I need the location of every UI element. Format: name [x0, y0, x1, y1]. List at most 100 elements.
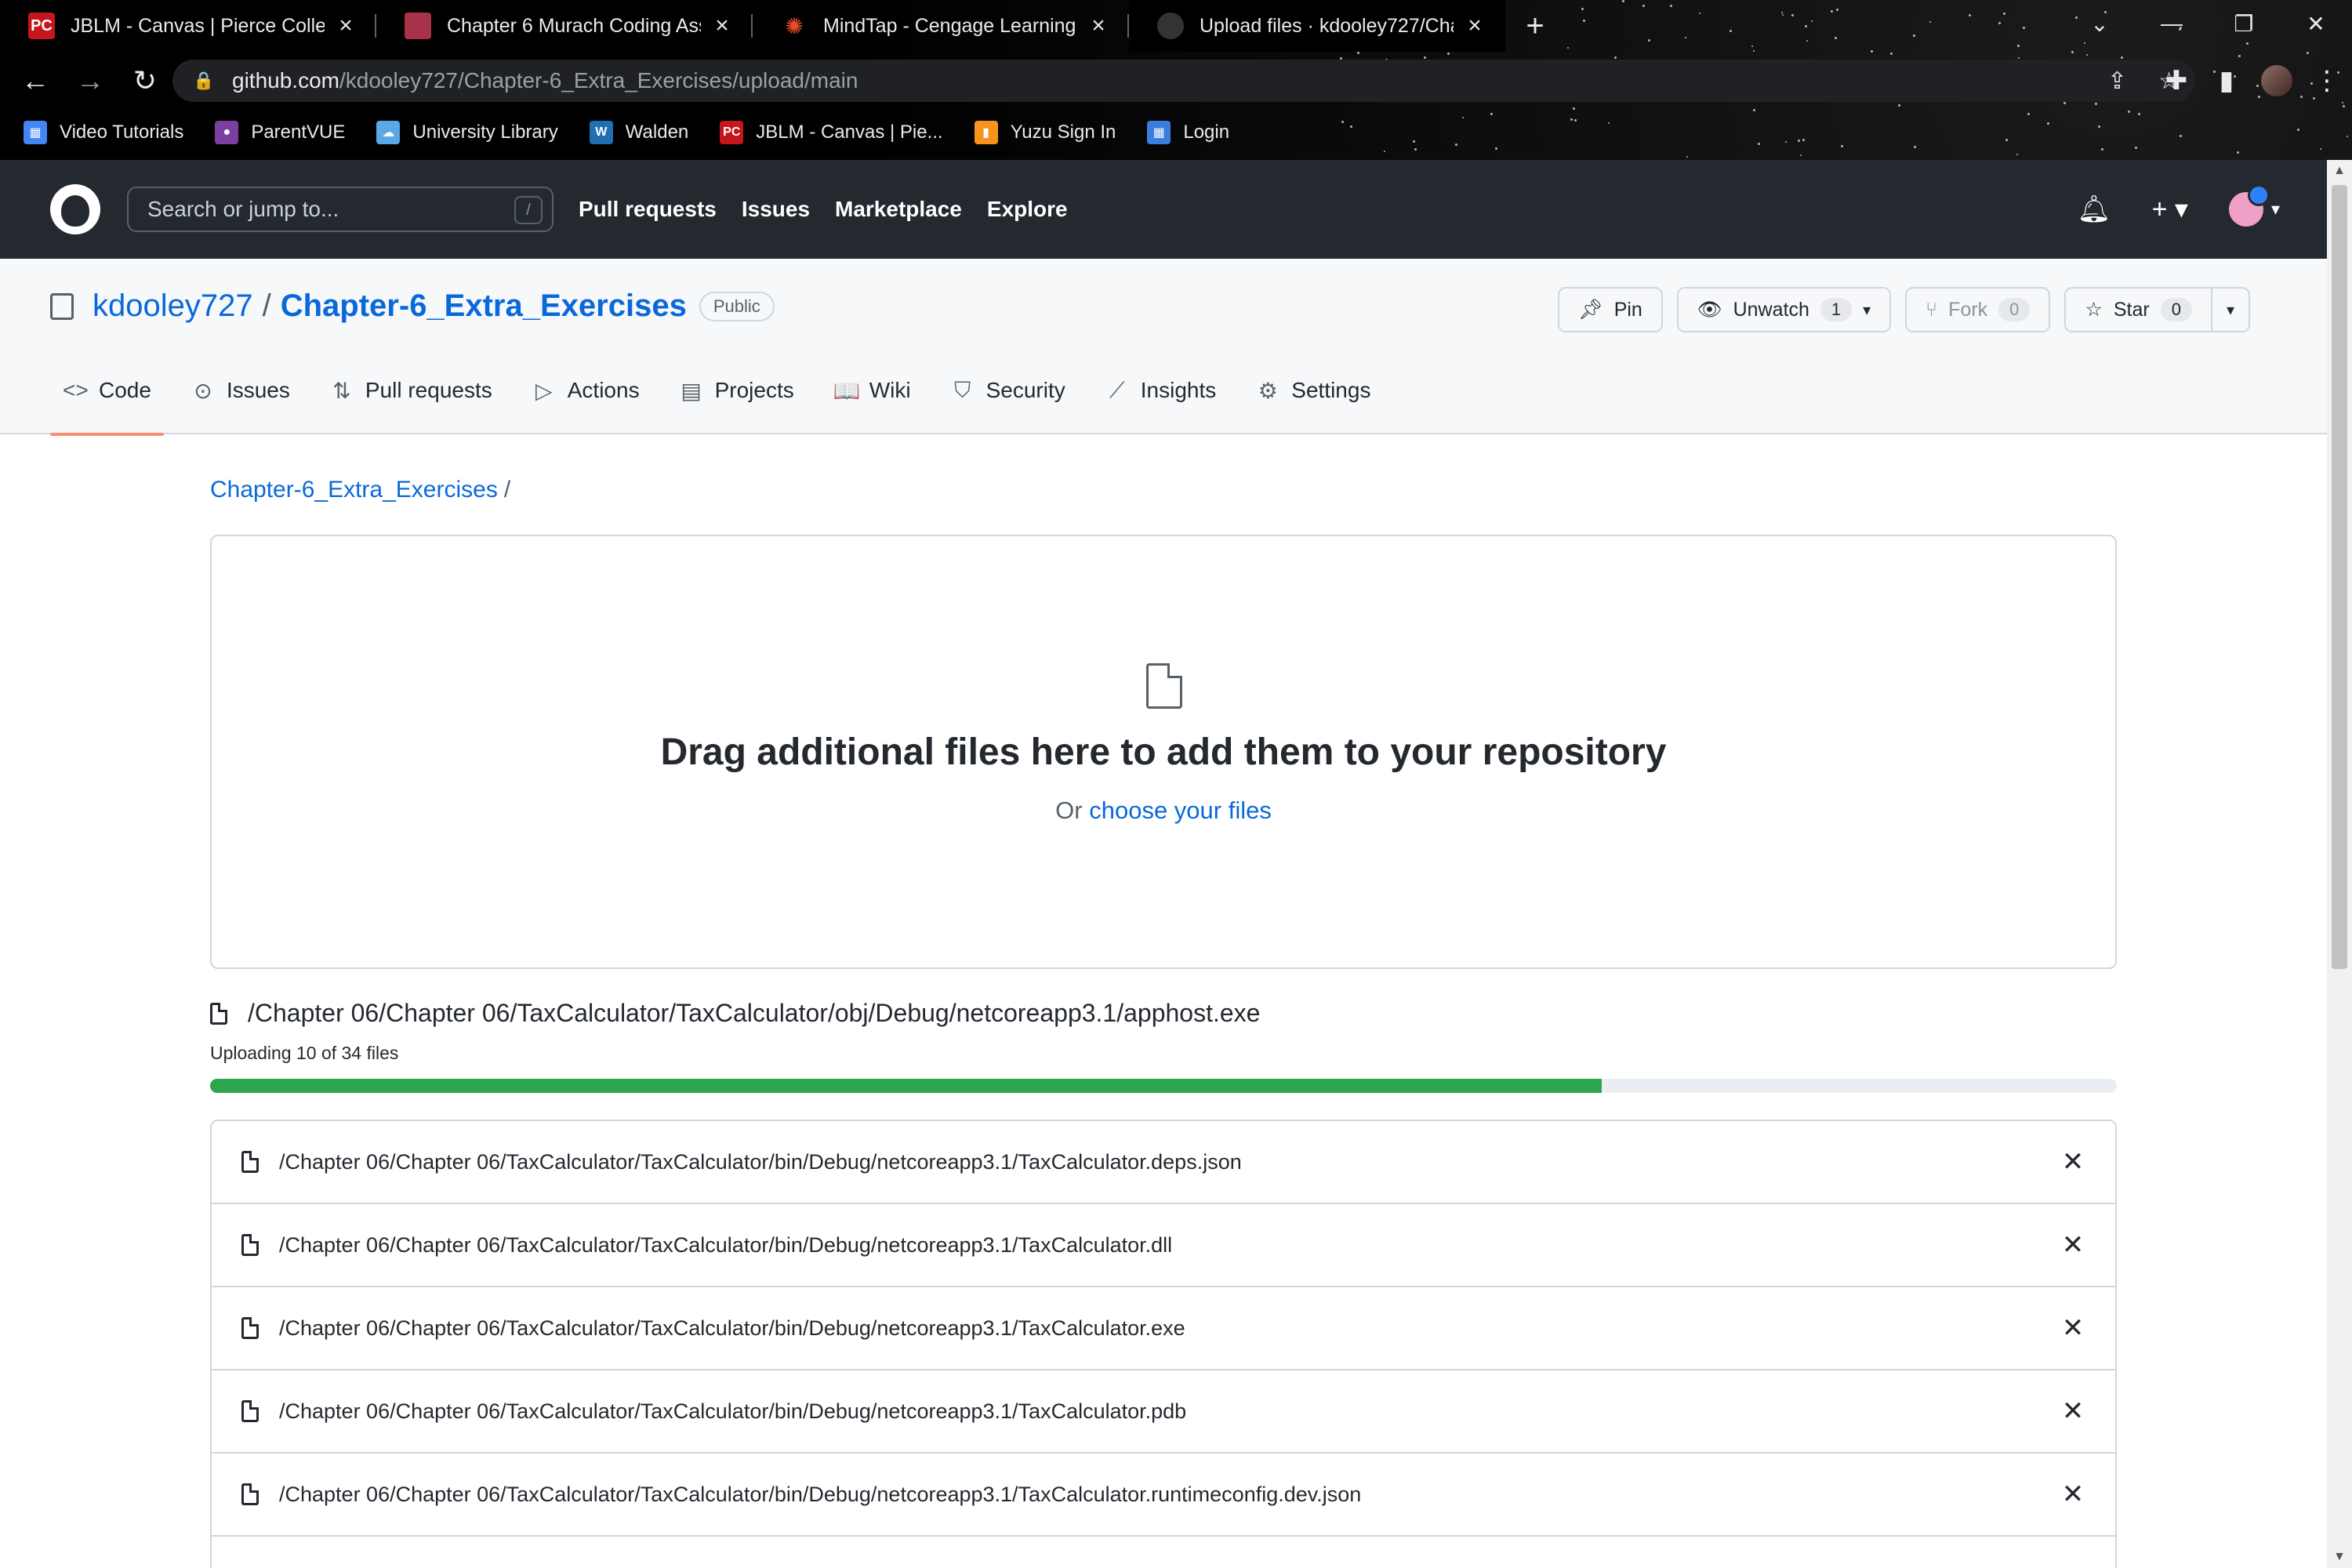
- url-host: github.com: [232, 68, 339, 93]
- tab-pull-requests[interactable]: ⇅ Pull requests: [317, 347, 505, 434]
- file-icon: [241, 1151, 259, 1173]
- file-icon: [210, 1002, 227, 1025]
- github-header: Search or jump to... / Pull requests Iss…: [0, 160, 2327, 259]
- tab-issues[interactable]: ⊙ Issues: [178, 347, 303, 434]
- remove-file-icon[interactable]: ✕: [2054, 1226, 2092, 1264]
- assignment-favicon-icon: [405, 13, 431, 39]
- bookmark-favicon-icon: ▦: [24, 121, 47, 144]
- page-scrollbar[interactable]: ▲ ▼: [2327, 160, 2352, 1568]
- bookmark-item[interactable]: ☁ University Library: [376, 121, 558, 144]
- remove-file-icon[interactable]: ✕: [2054, 1392, 2092, 1430]
- close-tab-icon[interactable]: ×: [1463, 13, 1486, 39]
- tab-search-icon[interactable]: ⌄: [2063, 0, 2136, 47]
- star-dot: [1686, 156, 1688, 158]
- bookmark-item[interactable]: ● ParentVUE: [215, 121, 345, 144]
- close-tab-icon[interactable]: ×: [710, 13, 734, 39]
- tab-insights[interactable]: ⟋ Insights: [1092, 347, 1229, 434]
- menu-icon[interactable]: ⋮: [2302, 65, 2352, 96]
- reload-button[interactable]: ↻: [118, 55, 172, 107]
- repo-name-link[interactable]: Chapter-6_Extra_Exercises: [281, 289, 687, 324]
- scroll-up-arrow-icon[interactable]: ▲: [2327, 160, 2352, 182]
- tab-label: Actions: [567, 378, 640, 402]
- remove-file-icon[interactable]: ✕: [2054, 1475, 2092, 1513]
- star-button[interactable]: ☆ Star 0: [2064, 287, 2212, 332]
- unwatch-button[interactable]: 👁︎ Unwatch 1 ▾: [1676, 287, 1892, 332]
- tab-title: MindTap - Cengage Learning: [823, 14, 1076, 37]
- repo-owner-link[interactable]: kdooley727: [93, 289, 253, 324]
- bookmark-item[interactable]: W Walden: [589, 121, 688, 144]
- nav-explore[interactable]: Explore: [987, 197, 1068, 222]
- star-dot: [1357, 52, 1360, 55]
- back-button[interactable]: ←: [8, 55, 63, 107]
- choose-files-link[interactable]: choose your files: [1089, 797, 1272, 824]
- extensions-icon[interactable]: ✚: [2151, 65, 2201, 96]
- caret-down-icon: ▾: [2226, 301, 2234, 319]
- bookmark-label: University Library: [412, 122, 558, 143]
- remove-file-icon[interactable]: ✕: [2054, 1143, 2092, 1181]
- bookmark-item[interactable]: PC JBLM - Canvas | Pie...: [720, 121, 943, 144]
- forward-button[interactable]: →: [63, 55, 118, 107]
- tab-wiki[interactable]: 📖 Wiki: [821, 347, 924, 434]
- notifications-bell-icon[interactable]: 🔔︎: [2077, 194, 2111, 225]
- scroll-down-arrow-icon[interactable]: ▼: [2327, 1546, 2352, 1568]
- breadcrumb-repo-link[interactable]: Chapter-6_Extra_Exercises: [210, 477, 498, 503]
- nav-marketplace[interactable]: Marketplace: [835, 197, 962, 222]
- browser-tab-github[interactable]: Upload files · kdooley727/Chapte ×: [1129, 0, 1505, 52]
- eye-icon: 👁︎: [1697, 298, 1722, 321]
- file-icon: [241, 1234, 259, 1256]
- upload-file-row: /Chapter 06/Chapter 06/TaxCalculator/Tax…: [212, 1370, 2115, 1454]
- table-icon: ▤: [681, 378, 702, 403]
- file-drop-zone[interactable]: Drag additional files here to add them t…: [210, 535, 2117, 969]
- tab-actions[interactable]: ▷ Actions: [519, 347, 652, 434]
- lock-icon[interactable]: 🔒: [193, 71, 215, 91]
- toolbar-right: ✚ ▮ ⋮: [2151, 55, 2352, 107]
- pin-button[interactable]: 📌︎ Pin: [1557, 287, 1663, 332]
- gear-icon: ⚙: [1258, 378, 1278, 403]
- star-lists-dropdown[interactable]: ▾: [2212, 287, 2250, 332]
- tab-settings[interactable]: ⚙ Settings: [1243, 347, 1383, 434]
- tab-label: Settings: [1291, 378, 1371, 402]
- play-icon: ▷: [535, 378, 553, 403]
- close-tab-icon[interactable]: ×: [334, 13, 358, 39]
- fork-button[interactable]: ⑂ Fork 0: [1905, 287, 2051, 332]
- profile-avatar[interactable]: [2261, 65, 2292, 96]
- bookmark-item[interactable]: ▮ Yuzu Sign In: [974, 121, 1116, 144]
- upload-progress-fill: [210, 1079, 1602, 1093]
- upload-file-row: /Chapter 06/Chapter 06/TaxCalculator/Tax…: [212, 1121, 2115, 1204]
- new-tab-button[interactable]: +: [1519, 9, 1551, 44]
- star-dot: [2306, 52, 2309, 55]
- nav-pull-requests[interactable]: Pull requests: [579, 197, 717, 222]
- create-new-button[interactable]: + ▾: [2152, 194, 2188, 225]
- upload-file-path: /Chapter 06/Chapter 06/TaxCalculator/Tax…: [279, 1232, 1173, 1257]
- tab-label: Code: [99, 378, 151, 402]
- minimize-button[interactable]: —: [2136, 0, 2208, 47]
- github-logo-icon[interactable]: [50, 184, 100, 234]
- side-panel-icon[interactable]: ▮: [2201, 65, 2252, 96]
- nav-issues[interactable]: Issues: [742, 197, 810, 222]
- bookmark-item[interactable]: ▦ Login: [1147, 121, 1229, 144]
- remove-file-icon[interactable]: ✕: [2054, 1309, 2092, 1347]
- tab-label: Pull requests: [365, 378, 492, 402]
- tab-projects[interactable]: ▤ Projects: [666, 347, 807, 434]
- unwatch-label: Unwatch: [1733, 298, 1809, 321]
- search-input[interactable]: Search or jump to... /: [127, 187, 554, 232]
- browser-tab-murach[interactable]: Chapter 6 Murach Coding Assign ×: [376, 0, 753, 52]
- scrollbar-thumb[interactable]: [2332, 185, 2347, 969]
- pin-icon: 📌︎: [1577, 298, 1603, 321]
- close-window-button[interactable]: ✕: [2280, 0, 2352, 47]
- bookmarks-bar: ▦ Video Tutorials ● ParentVUE ☁ University Li…: [0, 114, 2352, 151]
- browser-tab-mindtap[interactable]: ✺ MindTap - Cengage Learning ×: [753, 0, 1129, 52]
- tab-code[interactable]: <> Code: [50, 347, 164, 436]
- close-tab-icon[interactable]: ×: [1087, 13, 1110, 39]
- url-path: /kdooley727/Chapter-6_Extra_Exercises/up…: [339, 68, 858, 93]
- restore-button[interactable]: ❐: [2208, 0, 2280, 47]
- bookmark-label: Login: [1183, 122, 1230, 143]
- tab-security[interactable]: ⛉ Security: [938, 347, 1078, 434]
- repo-title: kdooley727 / Chapter-6_Extra_Exercises P…: [50, 289, 775, 324]
- bookmark-item[interactable]: ▦ Video Tutorials: [24, 121, 183, 144]
- browser-tab-canvas[interactable]: PC JBLM - Canvas | Pierce College D ×: [0, 0, 376, 52]
- code-icon: <>: [63, 378, 89, 402]
- address-bar[interactable]: 🔒 github.com/kdooley727/Chapter-6_Extra_…: [172, 60, 2195, 102]
- user-menu[interactable]: ▾: [2228, 184, 2280, 227]
- share-icon[interactable]: ⇪: [2107, 67, 2127, 95]
